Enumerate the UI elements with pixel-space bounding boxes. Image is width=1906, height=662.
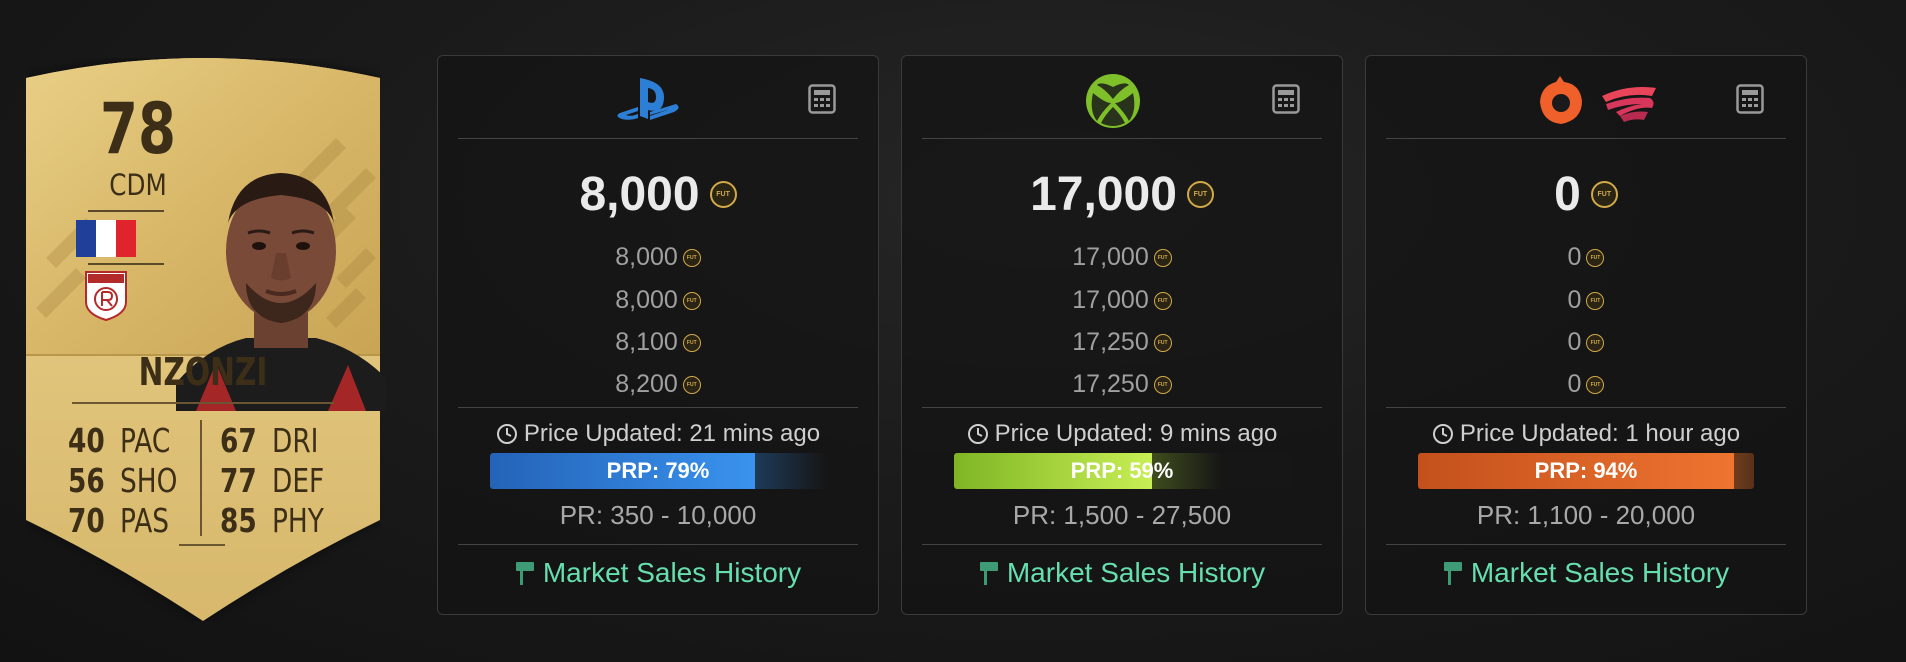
listing-price: 17,000 FUT [902, 286, 1342, 315]
listing-price: 0 FUT [1366, 328, 1806, 357]
lowest-price: 0 FUT [1366, 164, 1806, 224]
clock-icon [967, 424, 988, 444]
lowest-price: 8,000 FUT [438, 164, 878, 224]
price-updated: Price Updated: 21 mins ago [438, 414, 878, 454]
divider [458, 544, 858, 545]
coin-icon: FUT [1586, 291, 1605, 310]
coin-icon: FUT [1153, 248, 1172, 267]
stats-divider [200, 420, 202, 536]
listing-price: 8,100 FUT [438, 328, 878, 357]
stat-dri: 67 DRI [220, 420, 319, 460]
market-sales-history-link[interactable]: Market Sales History [438, 550, 878, 596]
stat-sho: 56 SHO [68, 460, 178, 500]
signpost-icon [515, 562, 534, 585]
player-card[interactable]: 78 CDM NZONZI 40 PAC 56 SHO 70 PAS 67 DR… [26, 58, 386, 621]
coin-icon: FUT [682, 333, 701, 352]
listing-price: 8,200 FUT [438, 370, 878, 399]
coin-icon: FUT [682, 291, 701, 310]
player-rating: 78 [99, 88, 176, 170]
prp-bar: PRP: 59% [954, 453, 1290, 489]
rating-divider [88, 210, 164, 212]
listing-price: 17,250 FUT [902, 370, 1342, 399]
price-updated: Price Updated: 9 mins ago [902, 414, 1342, 454]
price-updated: Price Updated: 1 hour ago [1366, 414, 1806, 454]
coin-icon: FUT [1153, 291, 1172, 310]
coin-icon: FUT [709, 180, 737, 208]
coin-icon: FUT [1586, 375, 1605, 394]
stat-phy: 85 PHY [220, 500, 324, 540]
listing-price: 0 FUT [1366, 370, 1806, 399]
coin-icon: FUT [1590, 180, 1618, 208]
price-range: PR: 1,500 - 27,500 [1012, 500, 1232, 530]
market-sales-history-link[interactable]: Market Sales History [902, 550, 1342, 596]
price-range: PR: 350 - 10,000 [559, 500, 757, 530]
coin-icon: FUT [682, 375, 701, 394]
price-panel-xbox: 17,000 FUT 17,000 FUT 17,000 FUT 17,250 FUT … [901, 55, 1343, 615]
divider [922, 544, 1322, 545]
origin-icon [1540, 76, 1582, 124]
listing-price: 8,000 FUT [438, 243, 878, 272]
price-panel-playstation: 8,000 FUT 8,000 FUT 8,000 FUT 8,100 FUT 8,20… [437, 55, 879, 615]
coin-icon: FUT [1153, 375, 1172, 394]
calculator-icon[interactable] [808, 84, 836, 114]
playstation-icon [617, 78, 679, 120]
nation-flag-icon [76, 220, 136, 257]
coin-icon: FUT [1586, 333, 1605, 352]
clock-icon [496, 424, 517, 444]
panel-header [1386, 56, 1786, 139]
listing-price: 0 FUT [1366, 286, 1806, 315]
divider [922, 407, 1322, 408]
stat-pac: 40 PAC [68, 420, 171, 460]
player-name: NZONZI [138, 350, 268, 394]
stadia-icon [1602, 87, 1656, 122]
panel-header [458, 56, 858, 139]
listing-price: 17,000 FUT [902, 243, 1342, 272]
stat-def: 77 DEF [220, 460, 325, 500]
clock-icon [1432, 424, 1453, 444]
player-position: CDM [109, 168, 167, 202]
divider [1386, 544, 1786, 545]
calculator-icon[interactable] [1736, 84, 1764, 114]
divider [458, 407, 858, 408]
flag-divider [88, 263, 164, 265]
price-panel-pc: 0 FUT 0 FUT 0 FUT 0 FUT 0 FUT Price Updated: … [1365, 55, 1807, 615]
name-divider [72, 402, 334, 404]
prp-label: PRP: 94% [1534, 458, 1638, 483]
club-badge-icon [85, 271, 127, 322]
listing-price: 8,000 FUT [438, 286, 878, 315]
prp-label: PRP: 79% [606, 458, 710, 483]
price-range: PR: 1,100 - 20,000 [1476, 500, 1696, 530]
coin-icon: FUT [1153, 333, 1172, 352]
coin-icon: FUT [682, 248, 701, 267]
signpost-icon [1443, 562, 1462, 585]
stats-bottom-line [179, 544, 225, 546]
stats-right-column: 67 DRI 77 DEF 85 PHY [220, 420, 337, 540]
market-sales-history-link[interactable]: Market Sales History [1366, 550, 1806, 596]
prp-label: PRP: 59% [1070, 458, 1174, 483]
stat-pas: 70 PAS [68, 500, 170, 540]
calculator-icon[interactable] [1272, 84, 1300, 114]
listing-price: 17,250 FUT [902, 328, 1342, 357]
coin-icon: FUT [1586, 248, 1605, 267]
signpost-icon [979, 562, 998, 585]
divider [1386, 407, 1786, 408]
xbox-icon [1086, 74, 1140, 128]
lowest-price: 17,000 FUT [902, 164, 1342, 224]
prp-bar: PRP: 94% [1418, 453, 1754, 489]
prp-bar: PRP: 79% [490, 453, 826, 489]
listing-price: 0 FUT [1366, 243, 1806, 272]
coin-icon: FUT [1186, 180, 1214, 208]
stats-left-column: 40 PAC 56 SHO 70 PAS [68, 420, 192, 540]
panel-header [922, 56, 1322, 139]
